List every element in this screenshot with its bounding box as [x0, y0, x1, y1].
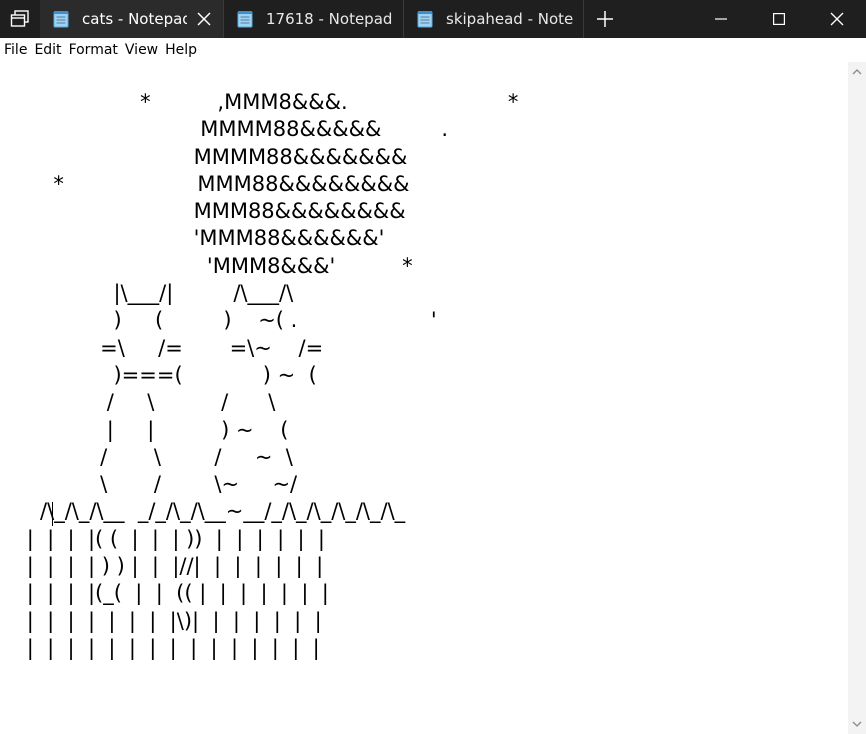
tab-cats[interactable]: cats - Notepad [40, 0, 224, 38]
menu-edit[interactable]: Edit [30, 42, 64, 58]
menu-file[interactable]: File [0, 42, 30, 58]
minimize-button[interactable] [692, 0, 750, 38]
chevron-down-icon [852, 721, 862, 727]
notepad-icon [237, 11, 253, 28]
menu-bar: File Edit Format View Help [0, 38, 866, 62]
maximize-button[interactable] [750, 0, 808, 38]
tab-title: cats - Notepad [82, 10, 187, 28]
notepad-icon [53, 11, 69, 28]
notepad-icon [417, 11, 433, 28]
text-editor[interactable]: * ,MMM8&&&. * MMMM88&&&&& . MMMM88&&&&&&… [0, 62, 848, 734]
close-window-button[interactable] [808, 0, 866, 38]
tab-title: 17618 - Notepad [266, 10, 393, 28]
editor-content[interactable]: * ,MMM8&&&. * MMMM88&&&&& . MMMM88&&&&&&… [0, 89, 519, 662]
taskview-icon [10, 10, 29, 27]
notepad-window: cats - Notepad 17618 - Notepad skipahead… [0, 0, 866, 734]
minimize-icon [715, 18, 727, 20]
taskview-button[interactable] [0, 0, 40, 38]
window-controls [692, 0, 866, 38]
chevron-up-icon [852, 69, 862, 75]
maximize-icon [773, 13, 785, 25]
text-caret [52, 502, 53, 526]
plus-icon [597, 11, 613, 27]
tab-17618[interactable]: 17618 - Notepad [224, 0, 404, 38]
menu-view[interactable]: View [121, 42, 161, 58]
title-bar: cats - Notepad 17618 - Notepad skipahead… [0, 0, 866, 38]
new-tab-button[interactable] [584, 0, 626, 38]
tab-skipahead[interactable]: skipahead - Notepad [404, 0, 584, 38]
close-icon[interactable] [195, 10, 213, 28]
close-icon [830, 12, 844, 26]
tab-title: skipahead - Notepad [446, 10, 573, 28]
scroll-up-button[interactable] [848, 64, 866, 80]
menu-help[interactable]: Help [161, 42, 200, 58]
scroll-down-button[interactable] [848, 716, 866, 732]
menu-format[interactable]: Format [65, 42, 121, 58]
vertical-scrollbar[interactable] [848, 62, 866, 734]
